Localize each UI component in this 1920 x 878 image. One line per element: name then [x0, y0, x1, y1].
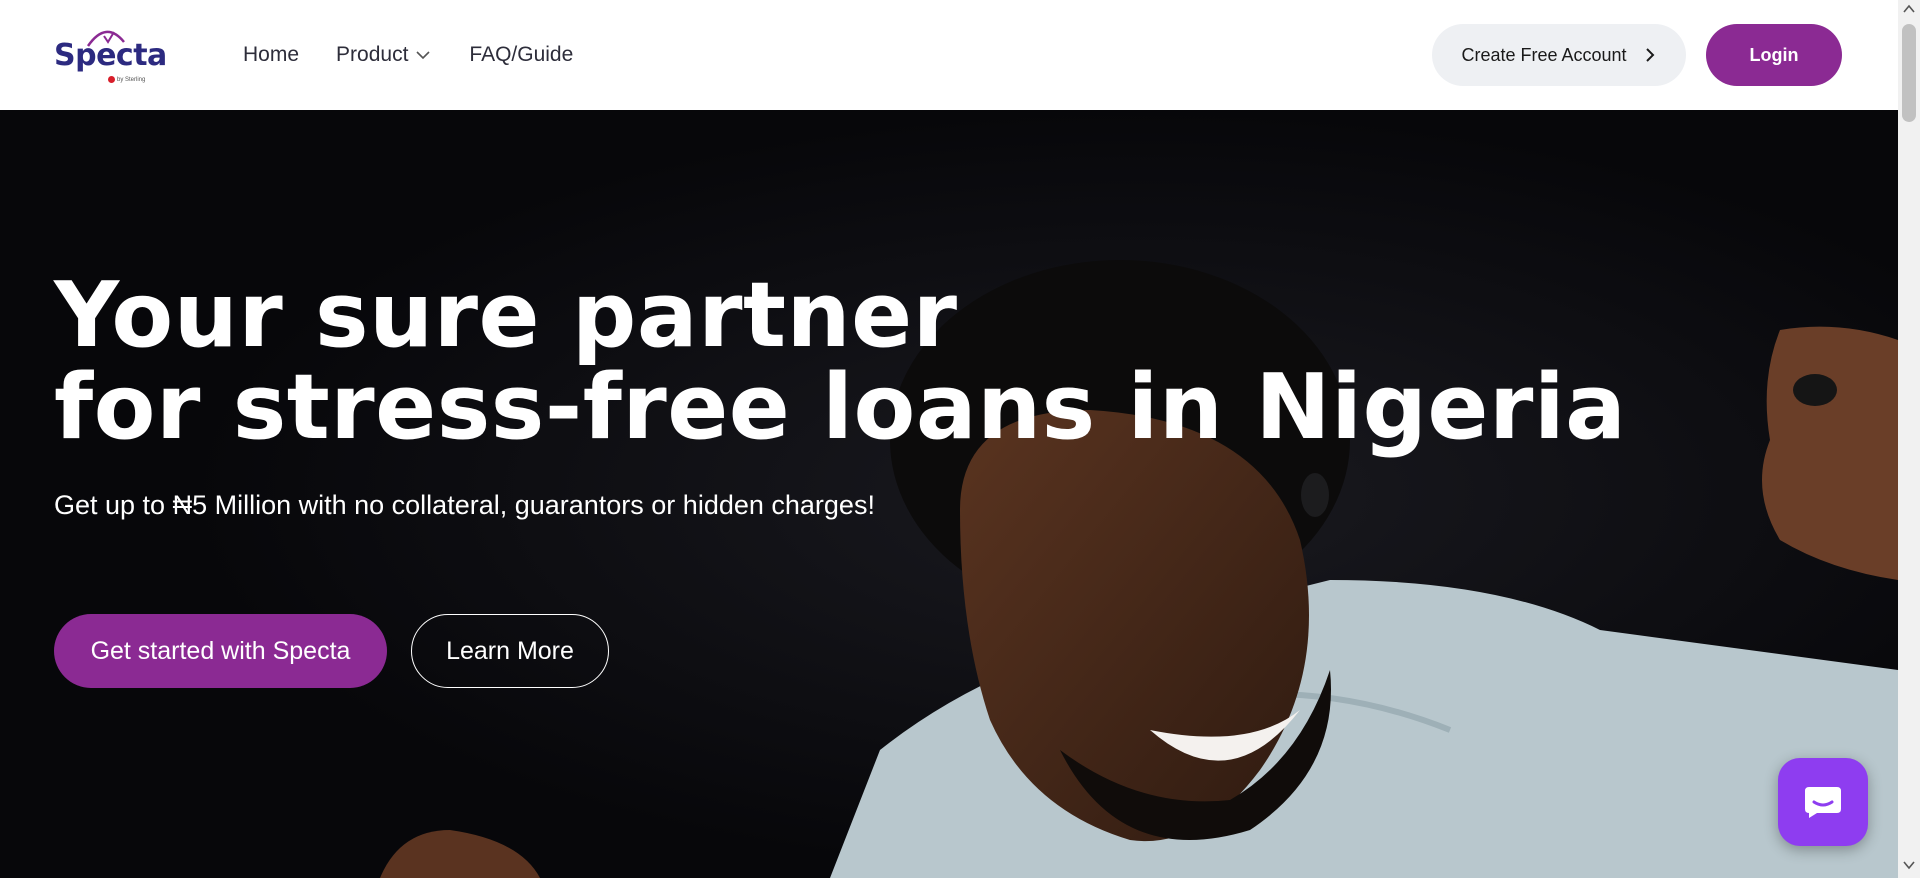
nav-home[interactable]: Home — [243, 43, 299, 67]
nav-faq-guide[interactable]: FAQ/Guide — [469, 43, 573, 67]
hero-title-line-2: for stress-free loans in Nigeria — [54, 355, 1627, 460]
nav-product[interactable]: Product — [336, 43, 432, 67]
sterling-mark-icon — [108, 76, 115, 83]
chat-launcher-button[interactable] — [1778, 758, 1868, 846]
hero-title-line-1: Your sure partner — [54, 263, 958, 368]
main-nav: Home Product FAQ/Guide — [243, 0, 573, 110]
logo-tagline: by Sterling — [108, 76, 145, 83]
learn-more-button[interactable]: Learn More — [411, 614, 609, 688]
create-free-account-button[interactable]: Create Free Account — [1432, 24, 1686, 86]
page-scrollbar[interactable] — [1898, 0, 1920, 878]
hero-title: Your sure partner for stress-free loans … — [54, 270, 1626, 454]
scrollbar-thumb[interactable] — [1902, 24, 1916, 122]
chevron-right-icon — [1645, 48, 1654, 62]
site-header: Specta by Sterling Home Product FAQ/Guid… — [0, 0, 1898, 110]
get-started-button[interactable]: Get started with Specta — [54, 614, 387, 688]
scroll-down-arrow-icon[interactable] — [1903, 860, 1915, 870]
login-button[interactable]: Login — [1706, 24, 1842, 86]
scroll-up-arrow-icon[interactable] — [1903, 4, 1915, 14]
chevron-down-icon — [416, 51, 430, 60]
hero-section: Your sure partner for stress-free loans … — [0, 110, 1898, 878]
logo-wordmark: Specta — [54, 38, 167, 73]
chat-bubble-icon — [1805, 787, 1841, 818]
specta-logo[interactable]: Specta by Sterling — [54, 26, 167, 84]
hero-subtitle: Get up to ₦5 Million with no collateral,… — [54, 490, 875, 520]
